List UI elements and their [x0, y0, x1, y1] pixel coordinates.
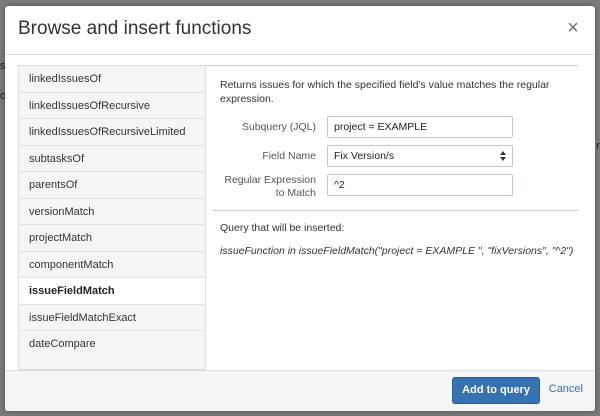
add-to-query-button[interactable]: Add to query [452, 377, 540, 404]
subquery-input[interactable]: project = EXAMPLE [327, 116, 513, 138]
regex-label-line1: Regular Expression [224, 174, 316, 186]
subquery-row: Subquery (JQL) project = EXAMPLE [206, 116, 578, 142]
function-item[interactable]: dateCompare [19, 331, 205, 358]
function-description: Returns issues for which the specified f… [220, 79, 550, 105]
dialog-header: Browse and insert functions × [5, 6, 595, 55]
field-name-label: Field Name [262, 150, 316, 162]
function-item[interactable]: subtasksOf [19, 146, 205, 172]
function-item[interactable]: linkedIssuesOf [19, 66, 205, 93]
regex-label-line2: to Match [275, 187, 316, 199]
select-arrows-icon [500, 151, 506, 161]
function-item[interactable]: issueFieldMatch [19, 278, 205, 305]
subquery-label: Subquery (JQL) [241, 121, 316, 133]
background-text-fragment: r [596, 140, 600, 152]
function-item[interactable]: componentMatch [19, 252, 205, 278]
dialog-title: Browse and insert functions [18, 18, 252, 39]
field-name-select[interactable]: Fix Version/s [327, 145, 513, 167]
field-name-selected-value: Fix Version/s [334, 150, 395, 162]
function-item[interactable]: projectMatch [19, 225, 205, 252]
query-preview-text: issueFunction in issueFieldMatch("projec… [220, 245, 574, 257]
function-list: linkedIssuesOf linkedIssuesOfRecursive lin… [18, 65, 206, 370]
field-name-row: Field Name Fix Version/s [206, 145, 578, 171]
function-item[interactable]: versionMatch [19, 199, 205, 225]
close-icon[interactable]: × [563, 18, 583, 38]
query-preview-label: Query that will be inserted: [220, 222, 345, 234]
divider [212, 210, 578, 211]
regex-row: Regular Expression to Match ^2 [206, 174, 578, 204]
dialog-footer: Add to query Cancel [5, 370, 595, 411]
divider [206, 65, 578, 66]
function-item[interactable]: linkedIssuesOfRecursiveLimited [19, 119, 205, 146]
function-item[interactable]: linkedIssuesOfRecursive [19, 93, 205, 119]
function-item[interactable]: parentsOf [19, 172, 205, 199]
function-detail-panel: Returns issues for which the specified f… [206, 65, 578, 368]
function-item[interactable]: issueFieldMatchExact [19, 305, 205, 331]
browse-functions-dialog: Browse and insert functions × linkedIssu… [5, 6, 595, 411]
regex-input[interactable]: ^2 [327, 174, 513, 196]
regex-label: Regular Expression to Match [206, 174, 316, 200]
cancel-link[interactable]: Cancel [549, 377, 583, 402]
